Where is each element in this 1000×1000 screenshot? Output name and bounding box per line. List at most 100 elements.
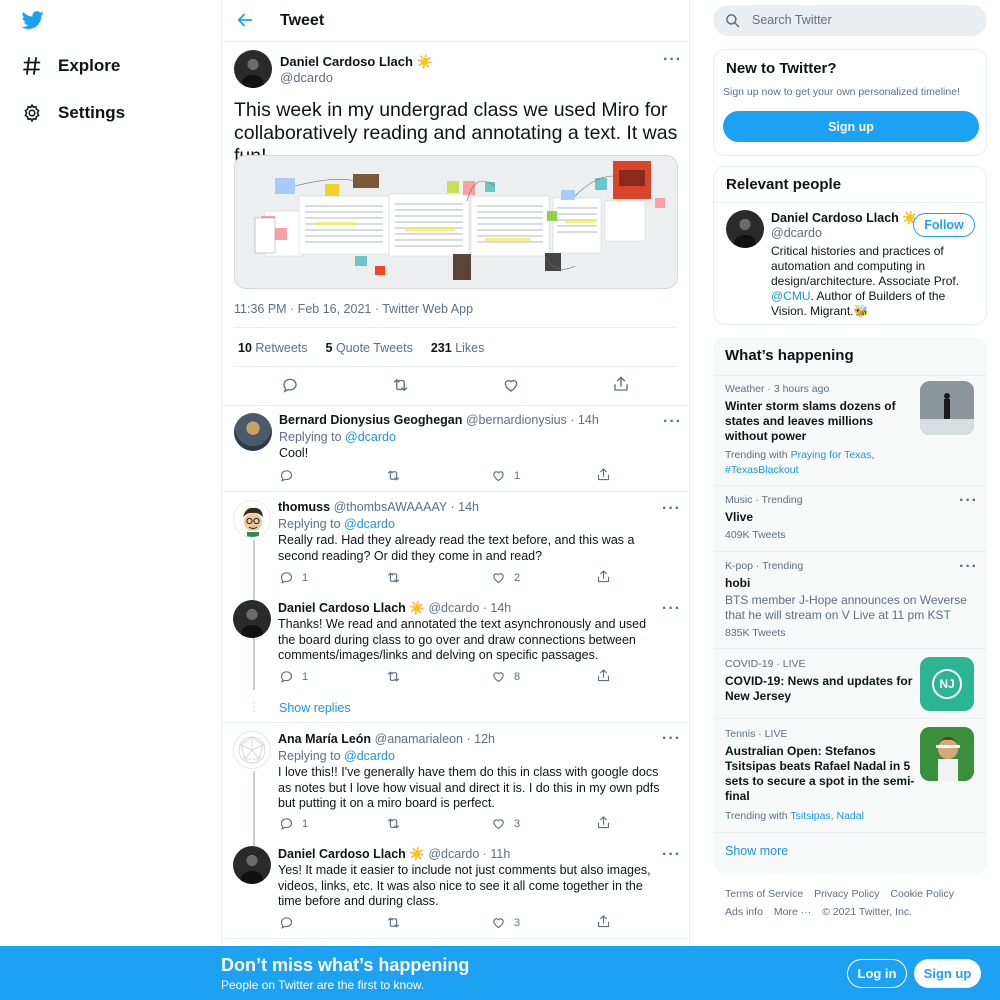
trend-item[interactable]: Weather · 3 hours ago Winter storm slams…	[713, 375, 987, 485]
share-icon[interactable]	[596, 815, 611, 830]
divider	[221, 491, 688, 492]
search-icon	[725, 13, 740, 33]
footer-link-ads[interactable]: Ads info	[725, 906, 763, 918]
nav-explore[interactable]: Explore	[20, 51, 120, 81]
search-placeholder: Search Twitter	[752, 13, 832, 27]
follow-button[interactable]: Follow	[913, 213, 975, 237]
footer-link-terms[interactable]: Terms of Service	[725, 888, 803, 900]
person-avatar[interactable]	[726, 210, 764, 248]
heart-icon[interactable]: 3	[491, 915, 520, 930]
trend-title: Australian Open: Stefanos Tsitsipas beat…	[725, 744, 915, 803]
trend-title: hobi	[725, 576, 751, 590]
retweet-icon[interactable]	[386, 915, 401, 930]
reply-text: Really rad. Had they already read the te…	[278, 533, 635, 563]
nav-settings[interactable]: Settings	[20, 98, 125, 128]
divider	[221, 938, 688, 939]
replying-to-link[interactable]: @dcardo	[344, 517, 395, 531]
reply-author[interactable]: Ana María León @anamarialeon · 12h	[278, 732, 495, 746]
reply-icon[interactable]: 1	[279, 570, 308, 585]
whats-happening-title: What’s happening	[725, 347, 854, 364]
heart-icon[interactable]: 1	[491, 468, 520, 483]
heart-icon[interactable]: 2	[491, 570, 520, 585]
reply-icon[interactable]	[279, 468, 300, 483]
person-name[interactable]: Daniel Cardoso Llach ☀️	[771, 211, 918, 226]
trend-item[interactable]: Music · Trending Vlive 409K Tweets ···	[713, 485, 987, 551]
reply-avatar[interactable]	[233, 731, 271, 769]
bio-cmu-link[interactable]: @CMU	[771, 289, 811, 303]
divider	[713, 832, 987, 833]
trend-link[interactable]: #TexasBlackout	[725, 464, 799, 476]
trend-link[interactable]: Nadal	[837, 810, 864, 822]
trend-link[interactable]: Tsitsipas,	[790, 810, 833, 822]
right-sidebar: Search Twitter New to Twitter? Sign up n…	[713, 0, 987, 1000]
trend-title: COVID-19: News and updates for New Jerse…	[725, 674, 913, 703]
reply-icon[interactable]	[279, 915, 294, 930]
reply-icon[interactable]: 1	[279, 816, 308, 831]
twitter-logo-icon[interactable]	[21, 9, 45, 33]
login-button[interactable]: Log in	[847, 959, 907, 988]
reply-text: Yes! It made it easier to include not ju…	[278, 863, 651, 908]
retweet-icon[interactable]	[386, 669, 401, 684]
footer-link-privacy[interactable]: Privacy Policy	[814, 888, 879, 900]
person-bio: Critical histories and practices of auto…	[771, 244, 960, 318]
hashtag-icon	[20, 54, 44, 78]
share-icon[interactable]	[596, 668, 611, 683]
relevant-people-card: Relevant people Daniel Cardoso Llach ☀️ …	[713, 166, 987, 325]
footer-link-more[interactable]: More ···	[774, 906, 811, 918]
sun-emoji-icon: ☀️	[409, 847, 425, 861]
heart-icon[interactable]: 3	[491, 816, 520, 831]
trend-link[interactable]: Praying for Texas,	[791, 449, 875, 461]
bee-emoji-icon: 🐝	[853, 304, 869, 318]
trend-title: Winter storm slams dozens of states and …	[725, 399, 896, 443]
banner-subtitle: People on Twitter are the first to know.	[221, 978, 425, 992]
thread-line	[253, 771, 255, 846]
nj-badge-icon: NJ	[920, 657, 974, 711]
retweet-icon[interactable]	[386, 468, 401, 483]
reply-author[interactable]: Daniel Cardoso Llach ☀️ @dcardo · 14h	[278, 601, 511, 616]
trend-count: 835K Tweets	[725, 627, 786, 639]
trend-item[interactable]: Tennis · LIVE Australian Open: Stefanos …	[713, 718, 987, 832]
share-icon[interactable]	[596, 914, 611, 929]
new-to-twitter-card: New to Twitter? Sign up now to get your …	[713, 49, 987, 156]
show-replies-link[interactable]: Show replies	[279, 701, 351, 715]
gear-icon	[20, 101, 44, 125]
reply-author[interactable]: thomuss @thombsAWAAAAY · 14h	[278, 500, 479, 514]
retweet-icon[interactable]	[386, 570, 401, 585]
banner-title: Don’t miss what’s happening	[221, 955, 470, 975]
trend-item[interactable]: K-pop · Trending hobi BTS member J-Hope …	[713, 551, 987, 648]
more-options-icon[interactable]: ···	[662, 501, 681, 517]
share-icon[interactable]	[596, 467, 611, 482]
trend-image	[920, 727, 974, 781]
reply-icon[interactable]: 1	[279, 669, 308, 684]
left-nav: Explore Settings	[0, 0, 221, 1000]
new-to-twitter-subtitle: Sign up now to get your own personalized…	[723, 86, 960, 98]
reply-author[interactable]: Daniel Cardoso Llach ☀️ @dcardo · 11h	[278, 847, 510, 862]
thread-dots: · · ·	[252, 695, 256, 717]
new-to-twitter-title: New to Twitter?	[726, 60, 837, 77]
reply-avatar[interactable]	[233, 500, 271, 538]
more-options-icon[interactable]: ···	[662, 847, 681, 863]
more-options-icon[interactable]: ···	[959, 559, 978, 575]
trend-meta: Tennis · LIVE	[725, 728, 788, 740]
trend-item[interactable]: COVID-19 · LIVE COVID-19: News and updat…	[713, 648, 987, 718]
heart-icon[interactable]: 8	[491, 669, 520, 684]
replying-to-link[interactable]: @dcardo	[344, 749, 395, 763]
retweet-icon[interactable]	[386, 816, 401, 831]
footer-link-cookies[interactable]: Cookie Policy	[890, 888, 954, 900]
more-options-icon[interactable]: ···	[959, 493, 978, 509]
show-more-link[interactable]: Show more	[725, 844, 788, 858]
more-options-icon[interactable]: ···	[662, 731, 681, 747]
replying-to: Replying to @dcardo	[278, 749, 395, 763]
person-handle[interactable]: @dcardo	[771, 226, 822, 240]
copyright: © 2021 Twitter, Inc.	[822, 906, 912, 918]
trending-with: Trending with Praying for Texas, #TexasBl…	[725, 449, 875, 476]
signup-button[interactable]: Sign up	[914, 959, 981, 988]
reply-avatar[interactable]	[233, 600, 271, 638]
trend-title: Vlive	[725, 510, 754, 524]
sidebar-signup-button[interactable]: Sign up	[723, 111, 979, 142]
search-input[interactable]: Search Twitter	[713, 5, 987, 36]
divider	[714, 202, 986, 203]
share-icon[interactable]	[596, 569, 611, 584]
more-options-icon[interactable]: ···	[662, 601, 681, 617]
reply-avatar[interactable]	[233, 846, 271, 884]
